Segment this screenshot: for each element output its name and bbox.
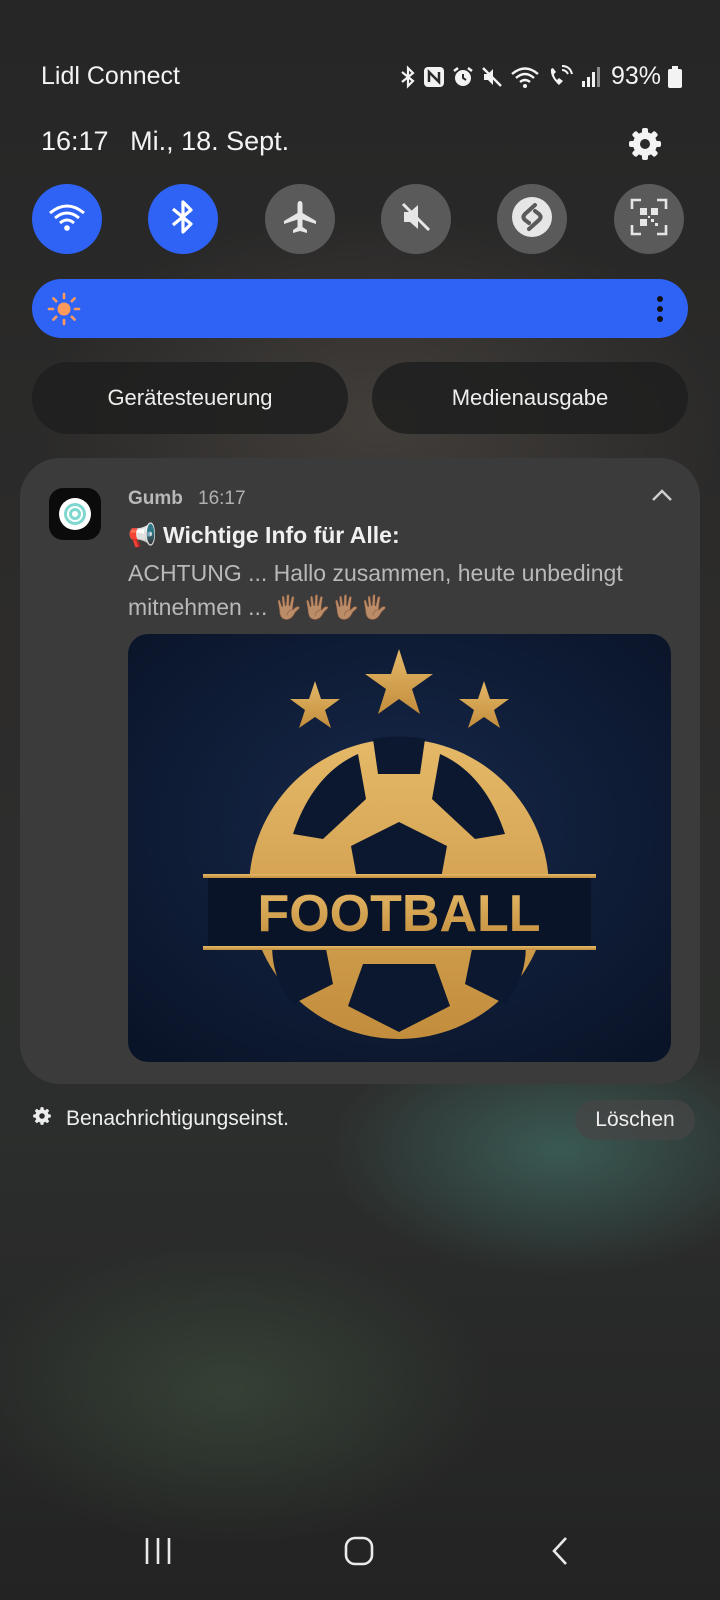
bluetooth-icon [170, 199, 196, 240]
home-button[interactable] [344, 1536, 374, 1571]
carrier-name: Lidl Connect [41, 62, 180, 90]
wifi-icon [48, 202, 86, 237]
mute-icon [399, 200, 433, 239]
signal-icon [580, 66, 602, 88]
toggle-sound[interactable] [381, 184, 451, 254]
clear-all-button[interactable]: Löschen [575, 1100, 695, 1140]
navigation-bar [0, 1520, 720, 1600]
sun-icon [47, 292, 81, 331]
notification-title-text: Wichtige Info für Alle: [163, 522, 400, 548]
notification-time: 16:17 [198, 488, 246, 509]
settings-button[interactable] [627, 126, 663, 162]
device-control-button[interactable]: Gerätesteuerung [32, 362, 348, 434]
notification-app-name: Gumb [128, 488, 183, 509]
brightness-slider[interactable] [32, 279, 688, 338]
battery-icon [668, 65, 682, 88]
mute-icon [481, 66, 503, 88]
alarm-icon [452, 66, 474, 88]
airplane-icon [282, 199, 318, 240]
nfc-icon [423, 66, 445, 88]
gear-icon [32, 1106, 52, 1132]
bluetooth-icon [400, 64, 416, 89]
shazam-icon [510, 195, 554, 244]
wifi-calling-icon [547, 64, 573, 89]
status-bar: Lidl Connect 93% [0, 58, 720, 98]
gear-icon [627, 128, 663, 166]
clock: 16:17 [41, 126, 109, 156]
chevron-up-icon[interactable] [651, 488, 673, 507]
wifi-icon [510, 65, 540, 89]
battery-percentage: 93% [610, 62, 661, 90]
toggle-airplane-mode[interactable] [265, 184, 335, 254]
more-options-icon[interactable] [656, 295, 664, 328]
back-button[interactable] [550, 1536, 570, 1571]
notification-settings-label: Benachrichtigungseinst. [66, 1107, 289, 1130]
notification-title: 📢 Wichtige Info für Alle: [128, 522, 400, 549]
date-time-row[interactable]: 16:17 Mi., 18. Sept. [41, 126, 289, 157]
notification-card[interactable]: Gumb 16:17 📢 Wichtige Info für Alle: ACH… [20, 458, 700, 1084]
notification-settings-link[interactable]: Benachrichtigungseinst. [32, 1106, 289, 1132]
football-label: FOOTBALL [257, 885, 540, 943]
date: Mi., 18. Sept. [130, 126, 290, 156]
toggle-bluetooth[interactable] [148, 184, 218, 254]
toggle-shazam[interactable] [497, 184, 567, 254]
gumb-app-icon [49, 488, 101, 540]
status-icons: 93% [400, 62, 682, 91]
notification-body: ACHTUNG ... Hallo zusammen, heute unbedi… [128, 560, 623, 620]
toggle-wifi[interactable] [32, 184, 102, 254]
media-output-button[interactable]: Medienausgabe [372, 362, 688, 434]
toggle-qr-scanner[interactable] [614, 184, 684, 254]
recent-apps-button[interactable] [143, 1536, 173, 1571]
notification-image[interactable]: FOOTBALL [128, 634, 671, 1062]
megaphone-emoji: 📢 [128, 522, 157, 548]
qr-scanner-icon [630, 198, 668, 241]
